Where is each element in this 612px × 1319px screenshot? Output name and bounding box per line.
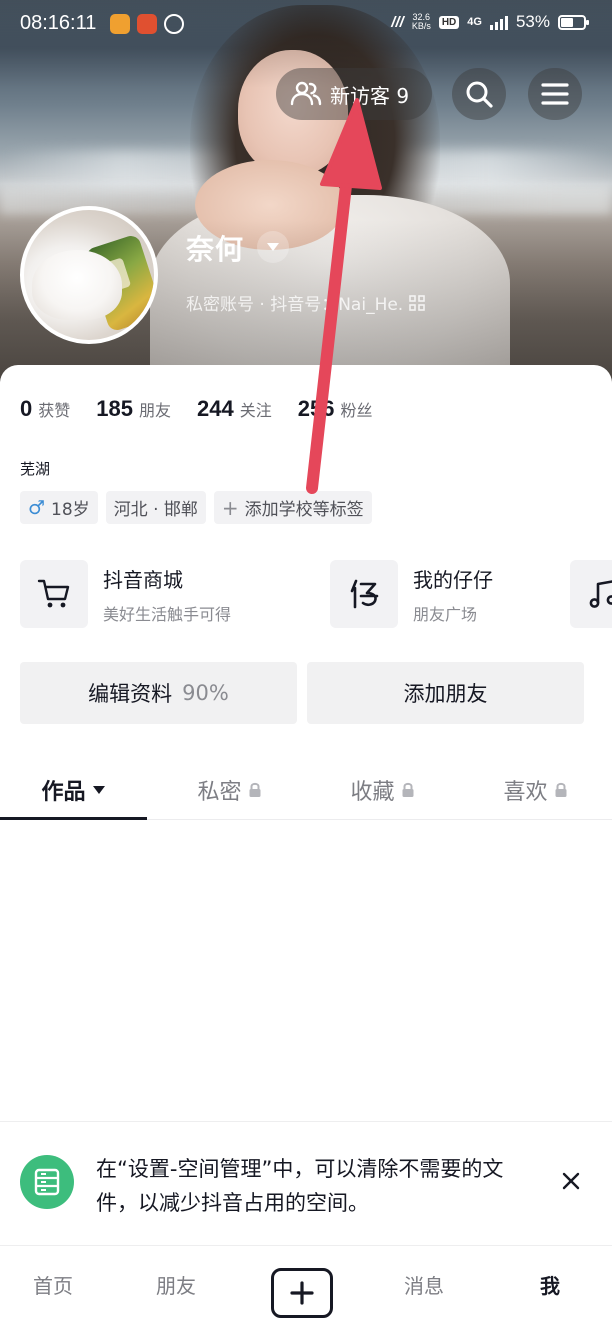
edit-profile-label: 编辑资料	[88, 682, 173, 706]
add-friend-button[interactable]: 添加朋友	[307, 662, 584, 724]
storage-tip-text: 在“设置-空间管理”中，可以清除不需要的文件，以减少抖音占用的空间。	[96, 1157, 504, 1215]
avatar[interactable]	[20, 206, 158, 344]
new-visitors-label: 新访客 9	[330, 83, 410, 108]
stat-friends[interactable]: 185 朋友	[96, 396, 171, 422]
profile-stats: 0 获赞 185 朋友 244 关注 256 粉丝	[20, 396, 398, 422]
tab-private[interactable]: 私密	[153, 760, 306, 820]
people-icon	[290, 81, 322, 106]
shortcut-title: 抖音商城	[103, 567, 183, 592]
stat-number: 244	[197, 396, 234, 421]
bottom-navigation: 首页 朋友 消息 我	[0, 1245, 612, 1319]
speed-unit: KB/s	[411, 21, 431, 31]
nav-friends[interactable]: 朋友	[156, 1270, 196, 1299]
shortcut-row: 抖音商城 美好生活触手可得 我的仔仔 朋友广场	[20, 560, 612, 630]
wifi-icon: ///	[391, 13, 404, 31]
status-bar: 08:16:11 /// 32.6 KB/s HD 4G 53%	[0, 0, 612, 48]
tab-works[interactable]: 作品	[0, 760, 147, 820]
age-label: 18岁	[51, 500, 90, 520]
notification-app-icon	[110, 14, 130, 34]
search-button[interactable]	[452, 68, 506, 120]
stat-label: 获赞	[38, 401, 71, 420]
shortcut-subtitle: 美好生活触手可得	[103, 604, 232, 624]
nav-me[interactable]: 我	[540, 1270, 560, 1299]
stat-followers[interactable]: 256 粉丝	[298, 396, 373, 422]
stat-label: 粉丝	[340, 401, 373, 420]
edit-profile-button[interactable]: 编辑资料 90%	[20, 662, 297, 724]
menu-icon	[541, 83, 569, 105]
lock-icon	[249, 782, 260, 797]
shortcut-icon-box	[20, 560, 88, 628]
shortcut-title: 我的仔仔	[413, 567, 493, 592]
new-visitors-button[interactable]: 新访客 9	[276, 68, 432, 120]
tab-label: 喜欢	[503, 780, 548, 805]
tab-label: 收藏	[350, 780, 395, 805]
shortcut-mall[interactable]: 抖音商城 美好生活触手可得	[20, 560, 231, 628]
tab-favorites[interactable]: 收藏	[306, 760, 459, 820]
caret-down-icon	[92, 786, 105, 794]
signal-icon	[489, 14, 508, 30]
lock-icon	[402, 782, 413, 797]
stat-label: 朋友	[138, 401, 171, 420]
male-icon: ♂	[28, 496, 46, 519]
profile-tags: ♂ 18岁 河北 · 邯郸 + 添加学校等标签	[20, 491, 372, 524]
hd-badge: HD	[438, 15, 460, 29]
stat-label: 关注	[239, 401, 272, 420]
close-icon	[562, 1172, 580, 1190]
add-tag-label: 添加学校等标签	[244, 500, 364, 520]
stat-number: 185	[96, 396, 133, 421]
caret-down-icon	[267, 243, 279, 251]
lock-icon	[555, 782, 566, 797]
nav-messages[interactable]: 消息	[404, 1270, 444, 1299]
zaizai-icon	[350, 579, 379, 609]
shortcut-music[interactable]	[570, 560, 612, 628]
age-tag[interactable]: ♂ 18岁	[20, 491, 98, 524]
plus-icon: +	[221, 495, 239, 520]
tab-likes[interactable]: 喜欢	[459, 760, 612, 820]
stat-number: 0	[20, 396, 33, 421]
tab-label: 私密	[197, 780, 242, 805]
profile-name[interactable]: 奈何	[186, 228, 244, 268]
shortcut-icon-box	[330, 560, 398, 628]
battery-icon	[558, 14, 589, 30]
location-text: 芜湖	[20, 460, 51, 478]
account-switch-button[interactable]	[257, 231, 289, 263]
shortcut-zaizai[interactable]: 我的仔仔 朋友广场	[330, 560, 493, 628]
tab-label: 作品	[41, 780, 86, 805]
avatar-cat	[32, 250, 122, 320]
menu-button[interactable]	[528, 68, 582, 120]
close-tip-button[interactable]	[556, 1166, 586, 1196]
qr-code-icon	[409, 294, 426, 311]
stat-likes[interactable]: 0 获赞	[20, 396, 70, 422]
stat-following[interactable]: 244 关注	[197, 396, 272, 422]
search-icon	[466, 81, 493, 108]
shortcut-text: 抖音商城 美好生活触手可得	[103, 564, 231, 625]
profile-completion: 90%	[182, 681, 229, 705]
shortcut-text: 我的仔仔 朋友广场	[413, 564, 493, 625]
nav-home[interactable]: 首页	[33, 1270, 73, 1299]
plus-icon	[290, 1281, 314, 1305]
battery-percent: 53%	[515, 12, 550, 31]
active-tab-indicator	[0, 817, 147, 820]
network-type: 4G	[467, 16, 482, 28]
shortcut-subtitle: 朋友广场	[413, 604, 478, 624]
add-tag-button[interactable]: + 添加学校等标签	[213, 491, 372, 524]
storage-tip-banner[interactable]: 在“设置-空间管理”中，可以清除不需要的文件，以减少抖音占用的空间。	[0, 1121, 612, 1245]
content-tabs: 作品 私密 收藏 喜欢	[0, 760, 612, 820]
add-friend-label: 添加朋友	[403, 682, 488, 706]
notification-app-icon	[164, 14, 184, 34]
account-id-text: 私密账号 · 抖音号：Nai_He.	[186, 295, 404, 315]
region-label: 河北 · 邯郸	[113, 500, 198, 520]
storage-icon	[20, 1155, 74, 1209]
music-icon	[589, 580, 612, 608]
region-tag[interactable]: 河北 · 邯郸	[105, 491, 206, 524]
account-subline[interactable]: 私密账号 · 抖音号：Nai_He.	[186, 290, 426, 315]
stat-number: 256	[297, 396, 335, 421]
create-button[interactable]	[271, 1268, 333, 1318]
shortcut-icon-box	[570, 560, 612, 628]
status-time: 08:16:11	[20, 12, 97, 34]
cart-icon	[37, 579, 70, 608]
storage-icon	[34, 1168, 60, 1196]
notification-app-icon	[137, 14, 157, 34]
network-speed: 32.6 KB/s	[412, 13, 431, 31]
